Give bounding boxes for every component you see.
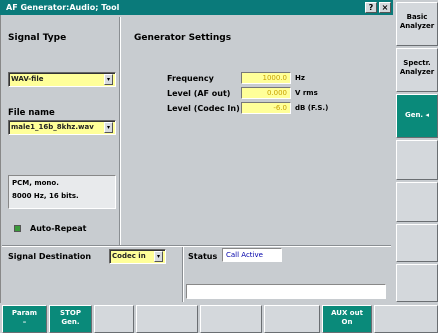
- signal-type-heading: Signal Type: [8, 33, 67, 43]
- auto-repeat-label: Auto-Repeat: [30, 224, 87, 233]
- chevron-down-icon[interactable]: ▾: [154, 251, 163, 262]
- softkey-basic-analyzer[interactable]: Basic Analyzer: [396, 2, 438, 46]
- softkey-empty-6[interactable]: [396, 224, 438, 262]
- softkey-empty-b4[interactable]: [136, 305, 198, 333]
- softkey-generator[interactable]: Gen. ◂: [396, 94, 438, 138]
- softkey-empty-5[interactable]: [396, 182, 438, 222]
- frequency-unit: Hz: [295, 74, 305, 82]
- frequency-field[interactable]: 1000.0: [241, 72, 291, 84]
- file-name-label: File name: [8, 108, 55, 118]
- generator-settings-heading: Generator Settings: [134, 33, 232, 43]
- softkey-empty-7[interactable]: [396, 264, 438, 302]
- level-af-out-field[interactable]: 0.000: [241, 87, 291, 99]
- signal-type-value: WAV-file: [11, 75, 44, 83]
- status-value: Call Active: [222, 248, 282, 262]
- softkey-spectrum-analyzer[interactable]: Spectr. Analyzer: [396, 48, 438, 92]
- level-codec-in-field[interactable]: -6.0: [241, 102, 291, 114]
- signal-destination-label: Signal Destination: [8, 252, 92, 261]
- status-label: Status: [188, 252, 218, 261]
- chevron-down-icon[interactable]: ▾: [104, 122, 113, 133]
- auto-repeat-indicator-icon[interactable]: [14, 225, 21, 232]
- file-name-value: male1_16b_8khz.wav: [11, 123, 94, 131]
- divider: [2, 245, 391, 246]
- signal-destination-dropdown[interactable]: Codec in ▾: [109, 249, 166, 264]
- close-button[interactable]: ×: [379, 2, 391, 13]
- softkey-param[interactable]: Param –: [2, 305, 47, 333]
- help-button[interactable]: ?: [365, 2, 377, 13]
- softkey-empty-4[interactable]: [396, 140, 438, 180]
- softkey-empty-b6[interactable]: [264, 305, 320, 333]
- chevron-down-icon[interactable]: ▾: [104, 74, 113, 85]
- level-af-out-unit: V rms: [295, 89, 318, 97]
- softkey-aux-out[interactable]: AUX out On: [322, 305, 372, 333]
- file-name-dropdown[interactable]: male1_16b_8khz.wav ▾: [8, 120, 116, 135]
- file-info-box: PCM, mono. 8000 Hz, 16 bits.: [8, 175, 116, 209]
- signal-destination-value: Codec in: [112, 252, 146, 260]
- softkey-empty-b8[interactable]: [374, 305, 438, 333]
- signal-type-dropdown[interactable]: WAV-file ▾: [8, 72, 116, 87]
- frequency-label: Frequency: [167, 74, 214, 83]
- file-info-rate: 8000 Hz, 16 bits.: [12, 192, 79, 200]
- message-line: [186, 284, 386, 299]
- divider: [182, 247, 183, 302]
- level-codec-in-unit: dB (F.S.): [295, 104, 329, 112]
- window-title: AF Generator:Audio; Tool: [0, 0, 393, 15]
- level-codec-in-label: Level (Codec In): [167, 104, 240, 113]
- softkey-empty-b3[interactable]: [94, 305, 134, 333]
- softkey-empty-b5[interactable]: [200, 305, 262, 333]
- level-af-out-label: Level (AF out): [167, 89, 231, 98]
- file-info-format: PCM, mono.: [12, 179, 59, 187]
- softkey-stop-generator[interactable]: STOP Gen.: [49, 305, 92, 333]
